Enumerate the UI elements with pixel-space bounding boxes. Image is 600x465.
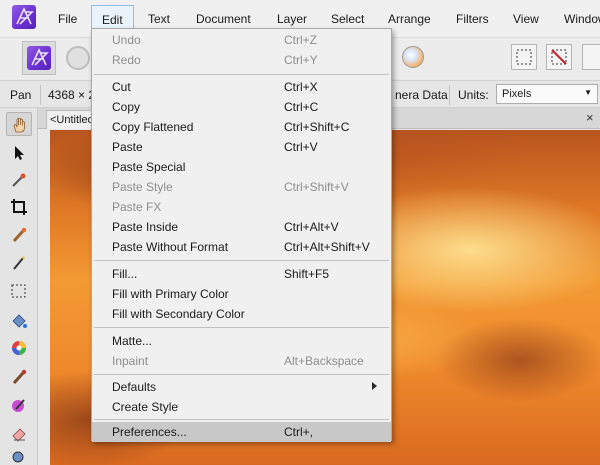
selection-brush-tool[interactable] — [6, 223, 32, 247]
document-dimensions: 4368 × 2 — [48, 88, 96, 102]
close-document-icon[interactable]: × — [586, 110, 594, 125]
menu-item-matte[interactable]: Matte... — [92, 331, 391, 351]
menu-separator — [94, 419, 389, 420]
menu-item-paste-without-format[interactable]: Paste Without Format Ctrl+Alt+Shift+V — [92, 237, 391, 257]
gradient-tool[interactable] — [6, 336, 32, 360]
color-picker-swatch-icon[interactable] — [402, 46, 424, 68]
liquify-persona-icon[interactable] — [66, 46, 90, 70]
menu-view[interactable]: View — [513, 11, 539, 27]
menu-item-fill-primary[interactable]: Fill with Primary Color — [92, 284, 391, 304]
hand-icon — [13, 117, 25, 133]
crop-tool[interactable] — [6, 195, 32, 219]
photo-persona-button[interactable] — [22, 41, 56, 75]
zoom-tool[interactable] — [6, 447, 32, 465]
menu-separator — [94, 327, 389, 328]
menu-item-defaults[interactable]: Defaults — [92, 377, 391, 397]
photo-persona-icon — [27, 46, 51, 70]
menu-item-fill[interactable]: Fill... Shift+F5 — [92, 264, 391, 284]
clone-brush-tool[interactable] — [6, 393, 32, 417]
divider — [449, 85, 450, 105]
menu-item-create-style[interactable]: Create Style — [92, 397, 391, 417]
tools-panel — [0, 108, 38, 465]
marquee-selection-icon — [11, 284, 26, 298]
crop-icon — [11, 199, 27, 215]
menu-filters[interactable]: Filters — [456, 11, 489, 27]
flood-fill-icon — [12, 314, 27, 328]
menu-layer[interactable]: Layer — [277, 11, 307, 27]
color-wheel-icon — [12, 341, 26, 355]
color-picker-icon — [12, 173, 26, 187]
menu-select[interactable]: Select — [331, 11, 364, 27]
hand-tool[interactable] — [6, 112, 32, 136]
erase-brush-tool[interactable] — [6, 421, 32, 445]
paint-brush-tool[interactable] — [6, 365, 32, 389]
menu-document[interactable]: Document — [196, 11, 251, 27]
submenu-arrow-icon — [372, 382, 377, 390]
menu-item-copy-flattened[interactable]: Copy Flattened Ctrl+Shift+C — [92, 117, 391, 137]
units-value: Pixels — [502, 88, 532, 100]
menu-text[interactable]: Text — [148, 11, 170, 27]
menu-separator — [94, 74, 389, 75]
erase-brush-icon — [12, 428, 26, 442]
flood-fill-tool[interactable] — [6, 309, 32, 333]
move-pointer-icon — [15, 146, 24, 160]
affinity-photo-logo-icon[interactable] — [12, 5, 36, 29]
units-label: Units: — [458, 88, 489, 102]
menu-item-preferences[interactable]: Preferences... Ctrl+, — [92, 422, 391, 442]
selection-brush-icon — [13, 256, 25, 270]
menu-separator — [94, 374, 389, 375]
paint-brush-icon — [12, 227, 27, 243]
chevron-down-icon: ▼ — [584, 88, 592, 97]
units-dropdown[interactable]: Pixels ▼ — [496, 84, 598, 104]
invert-selection-icon[interactable] — [582, 44, 600, 70]
clone-brush-icon — [12, 399, 25, 412]
menu-item-copy[interactable]: Copy Ctrl+C — [92, 97, 391, 117]
divider — [40, 85, 41, 105]
color-picker-tool[interactable] — [6, 168, 32, 192]
menu-arrange[interactable]: Arrange — [388, 11, 431, 27]
current-tool-name: Pan — [10, 88, 32, 102]
menu-item-paste[interactable]: Paste Ctrl+V — [92, 137, 391, 157]
zoom-icon — [12, 451, 24, 463]
menu-item-fill-secondary[interactable]: Fill with Secondary Color — [92, 304, 391, 324]
menu-window[interactable]: Window — [564, 11, 600, 27]
menu-item-paste-style[interactable]: Paste Style Ctrl+Shift+V — [92, 177, 391, 197]
menu-item-inpaint[interactable]: Inpaint Alt+Backspace — [92, 351, 391, 371]
menu-item-paste-fx[interactable]: Paste FX — [92, 197, 391, 217]
menu-item-cut[interactable]: Cut Ctrl+X — [92, 77, 391, 97]
menu-separator — [94, 260, 389, 261]
move-tool[interactable] — [6, 141, 32, 165]
menu-item-undo[interactable]: Undo Ctrl+Z — [92, 30, 391, 50]
marquee-mode-icon[interactable] — [511, 44, 537, 70]
menu-item-redo[interactable]: Redo Ctrl+Y — [92, 50, 391, 70]
camera-data-label[interactable]: nera Data — [395, 88, 448, 102]
flood-select-tool[interactable] — [6, 251, 32, 275]
marquee-tool[interactable] — [6, 279, 32, 303]
pixel-brush-icon — [12, 369, 27, 385]
edit-menu-dropdown: Undo Ctrl+Z Redo Ctrl+Y Cut Ctrl+X Copy … — [91, 28, 392, 442]
menu-item-paste-inside[interactable]: Paste Inside Ctrl+Alt+V — [92, 217, 391, 237]
menu-file[interactable]: File — [58, 11, 77, 27]
menu-item-paste-special[interactable]: Paste Special — [92, 157, 391, 177]
deselect-icon[interactable] — [546, 44, 572, 70]
